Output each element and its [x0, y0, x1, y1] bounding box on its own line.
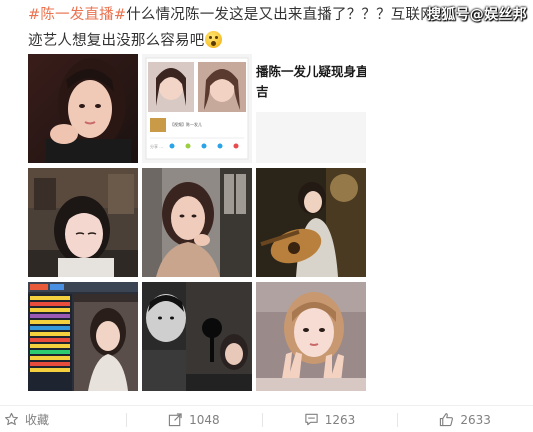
photo-thumbnail-5[interactable] — [142, 168, 252, 277]
comment-icon — [305, 413, 318, 426]
like-count: 2633 — [460, 412, 491, 427]
photo-thumbnail-4[interactable] — [28, 168, 138, 277]
thumbs-up-icon — [440, 413, 454, 427]
action-bar: 收藏 1048 1263 2633 — [0, 405, 533, 432]
card-share-count: 分享 ... — [150, 143, 163, 149]
repost-count: 1048 — [189, 412, 220, 427]
headline-line2: 吉 — [256, 84, 269, 99]
comment-button[interactable]: 1263 — [261, 406, 398, 432]
photo-thumbnail-9[interactable] — [256, 282, 366, 391]
favorite-button[interactable]: 收藏 — [0, 406, 126, 432]
image-grid: 【视频】陈一发儿 分享 ... 播陈一发儿疑现身直 吉 — [28, 54, 366, 398]
photo-thumbnail-8[interactable] — [142, 282, 252, 391]
stream-screenshot-thumbnail[interactable] — [28, 282, 138, 391]
photo-thumbnail-1[interactable] — [28, 54, 138, 163]
photo-thumbnail-6[interactable] — [256, 168, 366, 277]
like-button[interactable]: 2633 — [397, 406, 533, 432]
share-icon — [168, 413, 182, 427]
comment-count: 1263 — [324, 412, 356, 427]
post-text-line1: 什么情况陈一发这是又出来直播了？？？互联网 — [126, 7, 435, 23]
headline-card-thumbnail[interactable]: 播陈一发儿疑现身直 吉 — [256, 54, 366, 163]
topic-link[interactable]: #陈一发直播# — [28, 7, 126, 23]
weibo-post: #陈一发直播#什么情况陈一发这是又出来直播了？？？互联网 迹艺人想复出没那么容易… — [0, 0, 533, 432]
watermark: 搜狐号@娱丝邦 — [426, 7, 527, 23]
headline-line1: 播陈一发儿疑现身直 — [256, 64, 366, 79]
surprised-emoji-icon — [205, 31, 223, 48]
repost-button[interactable]: 1048 — [126, 406, 262, 432]
post-text-line2: 迹艺人想复出没那么容易吧 — [28, 33, 205, 49]
screenshot-card-thumbnail[interactable]: 【视频】陈一发儿 分享 ... — [142, 54, 252, 163]
favorite-label: 收藏 — [25, 413, 50, 427]
card-caption: 【视频】陈一发儿 — [170, 121, 202, 127]
star-icon — [5, 412, 18, 426]
